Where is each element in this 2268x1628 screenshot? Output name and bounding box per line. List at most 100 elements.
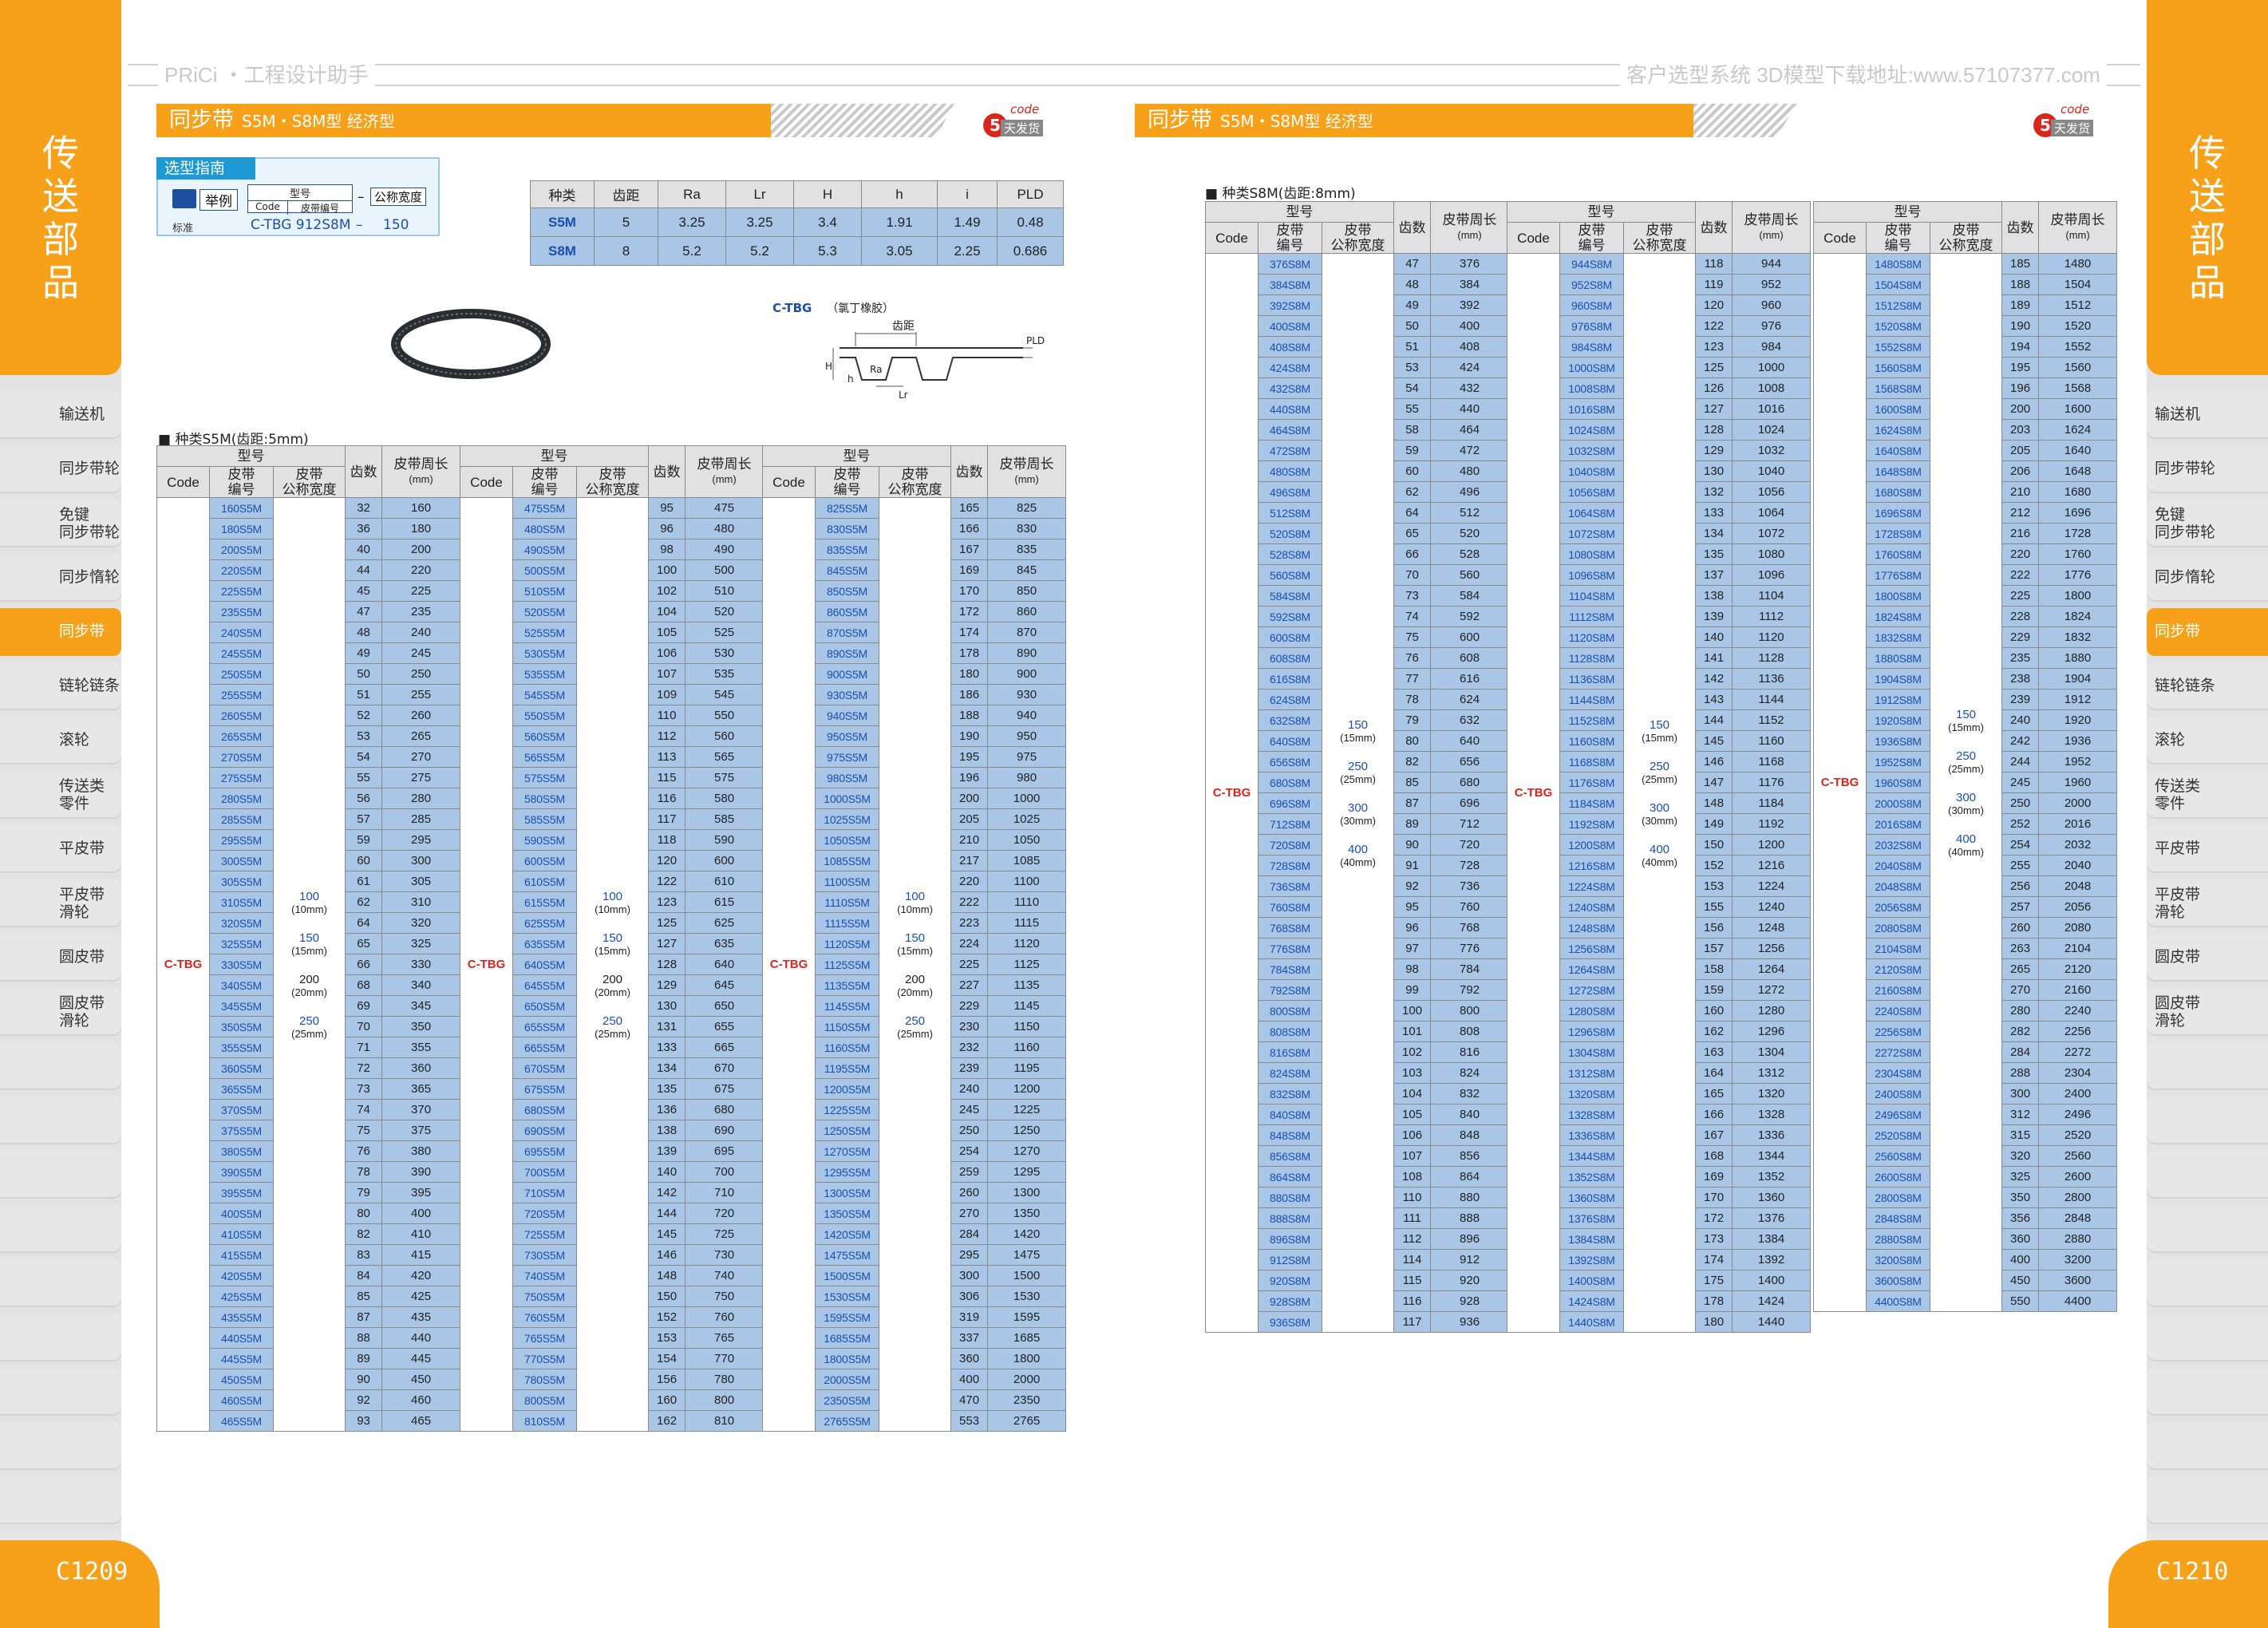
belt-number[interactable]: 845S5M [815, 559, 879, 581]
belt-number[interactable]: 1336S8M [1559, 1124, 1624, 1146]
belt-number[interactable]: 1125S5M [815, 954, 879, 975]
nav-item[interactable]: 滚轮 [2147, 717, 2268, 765]
belt-number[interactable]: 200S5M [209, 539, 274, 560]
belt-number[interactable]: 952S8M [1559, 274, 1624, 295]
belt-number[interactable]: 870S5M [815, 622, 879, 643]
belt-number[interactable]: 160S5M [209, 497, 274, 519]
belt-number[interactable]: 1504S8M [1866, 274, 1930, 295]
belt-number[interactable]: 976S8M [1559, 315, 1624, 337]
belt-number[interactable]: 310S5M [209, 891, 274, 913]
belt-number[interactable]: 4400S8M [1866, 1290, 1930, 1312]
belt-number[interactable]: 235S5M [209, 601, 274, 622]
belt-number[interactable]: 305S5M [209, 871, 274, 892]
belt-number[interactable]: 445S5M [209, 1348, 274, 1369]
belt-number[interactable]: 1352S8M [1559, 1166, 1624, 1187]
belt-number[interactable]: 750S5M [512, 1286, 577, 1307]
belt-number[interactable]: 465S5M [209, 1410, 274, 1432]
belt-number[interactable]: 560S8M [1258, 564, 1322, 586]
belt-number[interactable]: 2016S8M [1866, 813, 1930, 835]
nav-item[interactable]: 同步惰轮 [2147, 554, 2268, 602]
nav-item[interactable]: 同步带 [2147, 608, 2268, 656]
belt-number[interactable]: 1595S5M [815, 1306, 879, 1328]
belt-number[interactable]: 475S5M [512, 497, 577, 519]
belt-number[interactable]: 780S5M [512, 1369, 577, 1390]
nav-item[interactable]: 圆皮带 [0, 934, 121, 982]
belt-number[interactable]: 1392S8M [1559, 1249, 1624, 1270]
belt-number[interactable]: 615S5M [512, 891, 577, 913]
belt-number[interactable]: 975S5M [815, 746, 879, 768]
belt-number[interactable]: 1530S5M [815, 1286, 879, 1307]
belt-number[interactable]: 460S5M [209, 1389, 274, 1411]
belt-number[interactable]: 760S8M [1258, 896, 1322, 918]
belt-number[interactable]: 1296S8M [1559, 1021, 1624, 1042]
belt-number[interactable]: 1250S5M [815, 1120, 879, 1141]
belt-number[interactable]: 1520S8M [1866, 315, 1930, 337]
belt-number[interactable]: 832S8M [1258, 1083, 1322, 1104]
belt-number[interactable]: 625S5M [512, 912, 577, 934]
belt-number[interactable]: 824S8M [1258, 1062, 1322, 1084]
belt-number[interactable]: 1295S5M [815, 1161, 879, 1183]
belt-number[interactable]: 728S8M [1258, 855, 1322, 876]
belt-number[interactable]: 1240S8M [1559, 896, 1624, 918]
belt-number[interactable]: 1680S8M [1866, 481, 1930, 503]
belt-number[interactable]: 1936S8M [1866, 730, 1930, 752]
belt-number[interactable]: 500S5M [512, 559, 577, 581]
belt-number[interactable]: 816S8M [1258, 1041, 1322, 1063]
belt-number[interactable]: 2520S8M [1866, 1124, 1930, 1146]
belt-number[interactable]: 765S5M [512, 1327, 577, 1349]
belt-number[interactable]: 1115S5M [815, 912, 879, 934]
nav-item[interactable]: 圆皮带 滑轮 [0, 988, 121, 1036]
belt-number[interactable]: 1248S8M [1559, 917, 1624, 938]
belt-number[interactable]: 665S5M [512, 1037, 577, 1058]
belt-number[interactable]: 848S8M [1258, 1124, 1322, 1146]
belt-number[interactable]: 490S5M [512, 539, 577, 560]
belt-number[interactable]: 1800S5M [815, 1348, 879, 1369]
belt-number[interactable]: 480S5M [512, 518, 577, 539]
belt-number[interactable]: 250S5M [209, 663, 274, 685]
belt-number[interactable]: 800S5M [512, 1389, 577, 1411]
belt-number[interactable]: 936S8M [1258, 1311, 1322, 1333]
belt-number[interactable]: 1000S8M [1559, 357, 1624, 378]
belt-number[interactable]: 835S5M [815, 539, 879, 560]
belt-number[interactable]: 740S5M [512, 1265, 577, 1286]
belt-number[interactable]: 420S5M [209, 1265, 274, 1286]
belt-number[interactable]: 600S5M [512, 850, 577, 871]
belt-number[interactable]: 930S5M [815, 684, 879, 705]
belt-number[interactable]: 1440S8M [1559, 1311, 1624, 1333]
belt-number[interactable]: 1624S8M [1866, 419, 1930, 441]
belt-number[interactable]: 350S5M [209, 1016, 274, 1037]
belt-number[interactable]: 2880S8M [1866, 1228, 1930, 1250]
belt-number[interactable]: 720S5M [512, 1203, 577, 1224]
belt-number[interactable]: 580S5M [512, 788, 577, 809]
belt-number[interactable]: 1344S8M [1559, 1145, 1624, 1167]
belt-number[interactable]: 680S5M [512, 1099, 577, 1120]
belt-number[interactable]: 1110S5M [815, 891, 879, 913]
belt-number[interactable]: 655S5M [512, 1016, 577, 1037]
belt-number[interactable]: 1904S8M [1866, 668, 1930, 690]
belt-number[interactable]: 2272S8M [1866, 1041, 1930, 1063]
belt-number[interactable]: 640S5M [512, 954, 577, 975]
nav-item[interactable]: 圆皮带 滑轮 [2147, 988, 2268, 1036]
belt-number[interactable]: 1685S5M [815, 1327, 879, 1349]
belt-number[interactable]: 860S5M [815, 601, 879, 622]
belt-number[interactable]: 1064S8M [1559, 502, 1624, 524]
belt-number[interactable]: 1824S8M [1866, 606, 1930, 627]
belt-number[interactable]: 2765S5M [815, 1410, 879, 1432]
belt-number[interactable]: 300S5M [209, 850, 274, 871]
nav-item[interactable]: 滚轮 [0, 717, 121, 765]
belt-number[interactable]: 776S8M [1258, 938, 1322, 959]
nav-item[interactable]: 免键 同步带轮 [2147, 500, 2268, 547]
belt-number[interactable]: 530S5M [512, 642, 577, 664]
belt-number[interactable]: 1120S5M [815, 933, 879, 954]
belt-number[interactable]: 1216S8M [1559, 855, 1624, 876]
belt-number[interactable]: 225S5M [209, 580, 274, 602]
belt-number[interactable]: 384S8M [1258, 274, 1322, 295]
belt-number[interactable]: 1152S8M [1559, 709, 1624, 731]
belt-number[interactable]: 395S5M [209, 1182, 274, 1203]
belt-number[interactable]: 270S5M [209, 746, 274, 768]
belt-number[interactable]: 680S8M [1258, 772, 1322, 793]
belt-number[interactable]: 864S8M [1258, 1166, 1322, 1187]
belt-number[interactable]: 984S8M [1559, 336, 1624, 358]
belt-number[interactable]: 1040S8M [1559, 460, 1624, 482]
belt-number[interactable]: 880S8M [1258, 1187, 1322, 1208]
